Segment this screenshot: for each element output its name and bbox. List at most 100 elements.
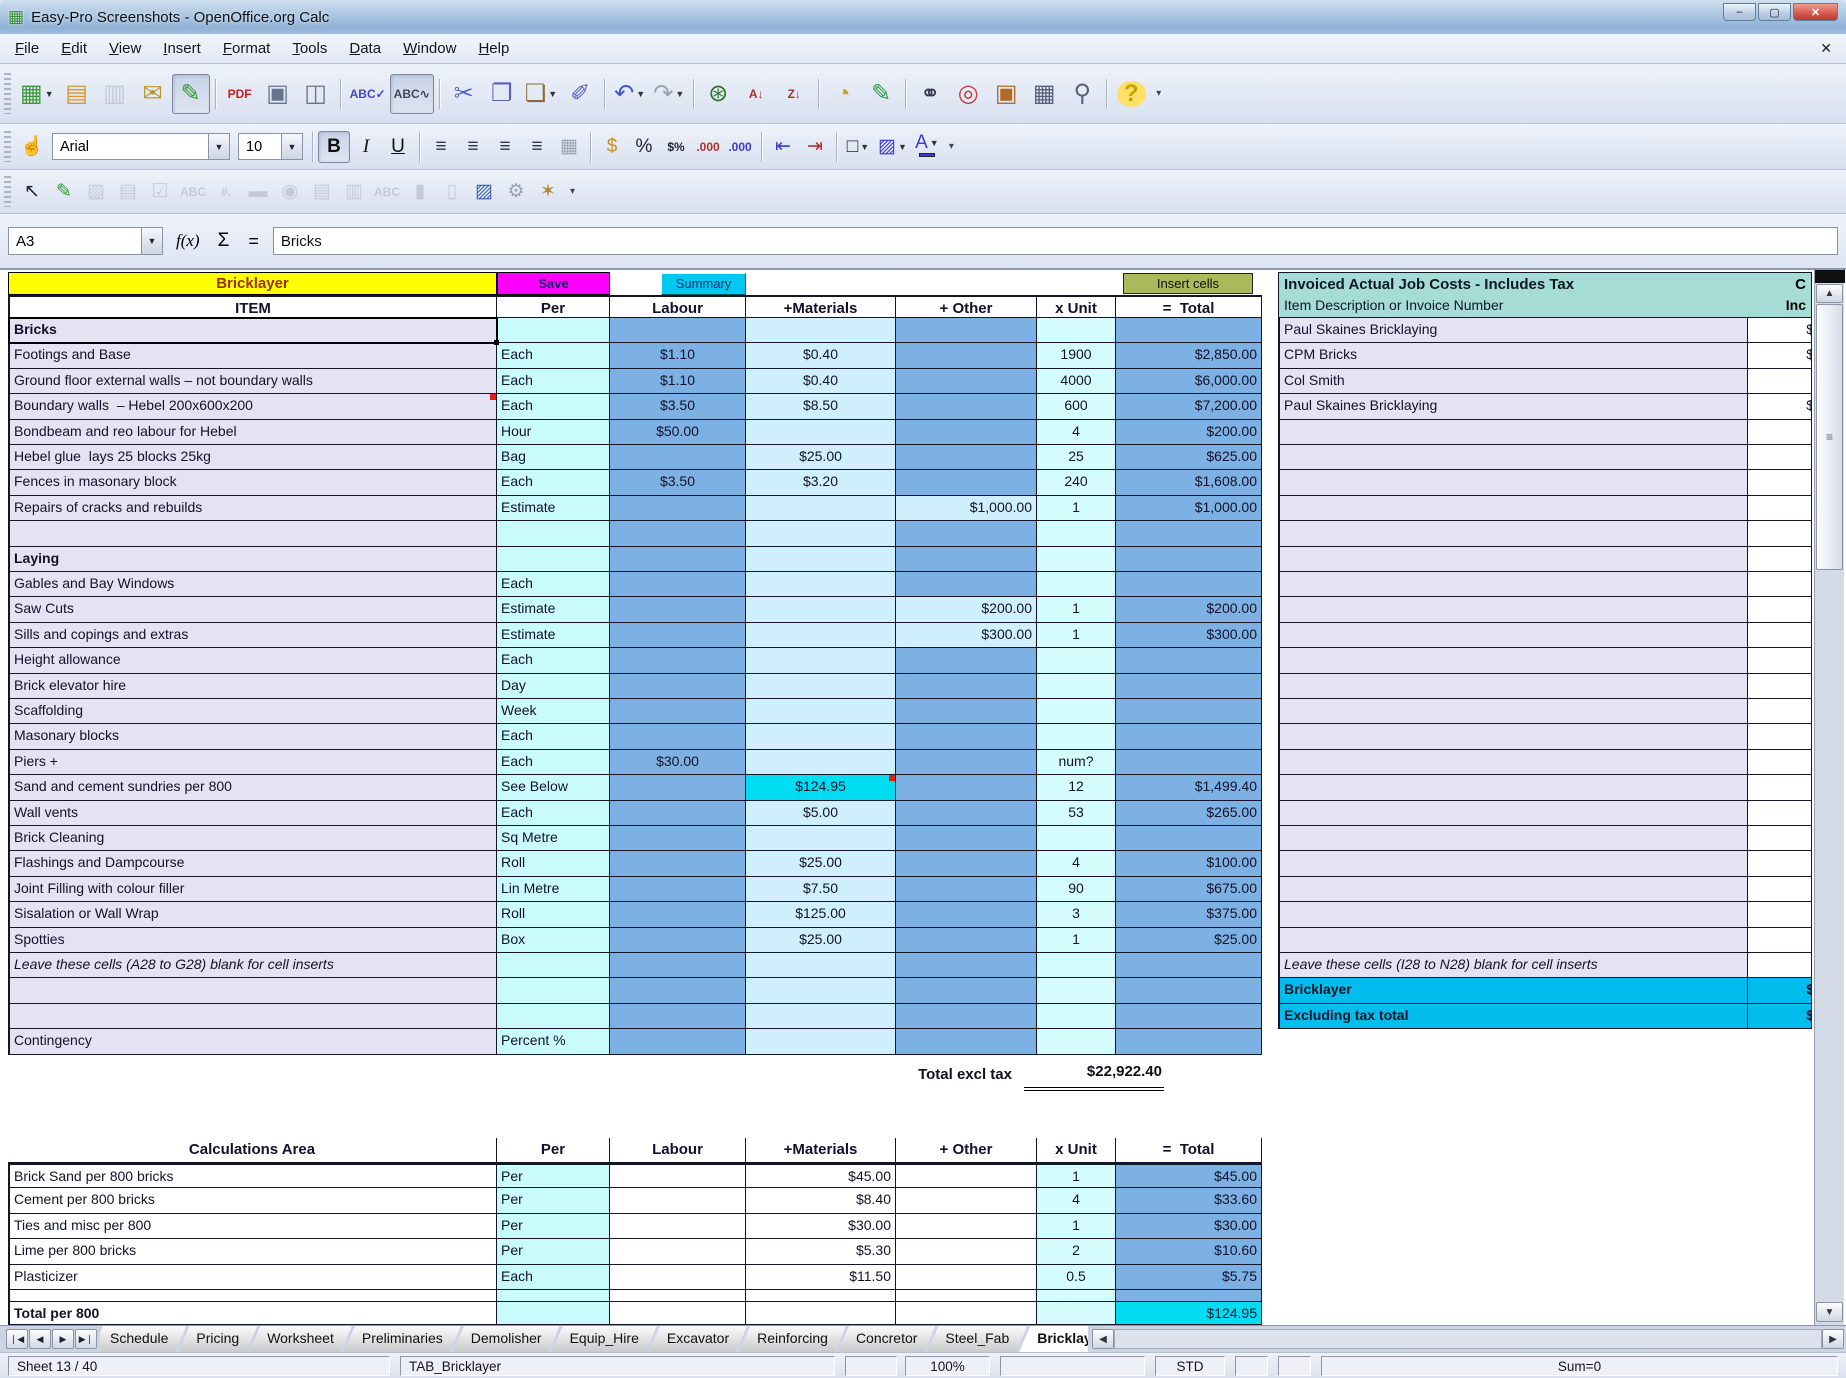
cell-other[interactable]: [896, 953, 1037, 978]
cell-item[interactable]: Ground floor external walls – not bounda…: [8, 369, 497, 394]
invoice-cell-description[interactable]: [1278, 547, 1748, 572]
toolbar-grip[interactable]: [4, 73, 11, 114]
cell-materials[interactable]: [746, 496, 896, 521]
edit-file-icon[interactable]: ✎: [172, 74, 210, 114]
invoice-cell-value[interactable]: [1748, 699, 1812, 724]
cell-other[interactable]: [896, 724, 1037, 750]
cell-per[interactable]: Lin Metre: [497, 877, 610, 902]
email-icon[interactable]: ✉: [134, 74, 172, 114]
cell-other[interactable]: [896, 928, 1037, 953]
cell-other[interactable]: [896, 801, 1037, 826]
save-icon[interactable]: ▥: [96, 74, 134, 114]
cell-total[interactable]: $25.00: [1116, 928, 1262, 953]
calc-total-per[interactable]: [497, 1302, 610, 1325]
cell-item[interactable]: Sand and cement sundries per 800: [8, 775, 497, 801]
cell-unit[interactable]: [1037, 699, 1116, 724]
checkbox-icon[interactable]: ☑: [144, 176, 176, 208]
cell-item[interactable]: Gables and Bay Windows: [8, 572, 497, 597]
invoice-cell-description[interactable]: [1278, 470, 1748, 496]
cell-materials[interactable]: [746, 750, 896, 775]
cell-labour[interactable]: [610, 648, 746, 674]
cell-total[interactable]: [1116, 674, 1262, 699]
redo-icon[interactable]: ↷▼: [649, 74, 688, 114]
invoice-cell-value[interactable]: [1748, 902, 1812, 928]
cell-materials[interactable]: $0.40: [746, 369, 896, 394]
calc-cell-materials[interactable]: $8.40: [746, 1188, 896, 1214]
calc-cell-materials[interactable]: $30.00: [746, 1214, 896, 1239]
vertical-scrollbar-thumb[interactable]: ≡: [1816, 304, 1843, 570]
gallery-icon[interactable]: ▣: [987, 74, 1025, 114]
menu-data[interactable]: Data: [338, 37, 392, 60]
cell-unit[interactable]: 4000: [1037, 369, 1116, 394]
calc-cell-materials[interactable]: $45.00: [746, 1163, 896, 1188]
sheet-tab-schedule[interactable]: Schedule: [100, 1326, 186, 1352]
calc-cell-total[interactable]: $10.60: [1116, 1239, 1262, 1265]
calc-cell-labour[interactable]: [610, 1239, 746, 1265]
cell-item[interactable]: Repairs of cracks and rebuilds: [8, 496, 497, 521]
cell-materials[interactable]: [746, 597, 896, 623]
cell-unit[interactable]: 240: [1037, 470, 1116, 496]
formula-input[interactable]: Bricks: [273, 227, 1838, 255]
cell-per[interactable]: [497, 953, 610, 978]
hyperlink-icon[interactable]: ⊛: [699, 74, 737, 114]
cell-item[interactable]: Brick elevator hire: [8, 674, 497, 699]
column-header-labour[interactable]: Labour: [610, 295, 746, 318]
invoice-cell-description[interactable]: [1278, 572, 1748, 597]
cell-materials[interactable]: [746, 648, 896, 674]
standard-format-icon[interactable]: $%: [660, 131, 692, 163]
font-color-icon[interactable]: A▼: [911, 131, 943, 163]
wizard-icon[interactable]: ✶: [532, 176, 564, 208]
undo-icon[interactable]: ↶▼: [610, 74, 649, 114]
chevron-down-icon[interactable]: ▼: [860, 142, 869, 152]
menu-window[interactable]: Window: [392, 37, 467, 60]
decrease-indent-icon[interactable]: ⇤: [767, 131, 799, 163]
calc-cell-materials[interactable]: $11.50: [746, 1265, 896, 1290]
status-sum[interactable]: Sum=0: [1321, 1356, 1838, 1376]
align-right-icon[interactable]: ≡: [489, 131, 521, 163]
total-excl-tax-value[interactable]: $22,922.40: [1024, 1063, 1164, 1091]
equals-icon[interactable]: =: [242, 231, 265, 252]
cell-total[interactable]: [1116, 1004, 1262, 1029]
cell-other[interactable]: [896, 470, 1037, 496]
chart-icon[interactable]: ◔: [824, 74, 862, 114]
cell-materials[interactable]: [746, 572, 896, 597]
cell-per[interactable]: Bag: [497, 445, 610, 470]
chevron-down-icon[interactable]: ▼: [930, 138, 939, 148]
option-button-icon[interactable]: ◉: [274, 176, 306, 208]
spellcheck-icon[interactable]: ABC✓: [346, 74, 390, 114]
cell-labour[interactable]: [610, 318, 746, 343]
cell-other[interactable]: [896, 1029, 1037, 1055]
formatted-field-icon[interactable]: #.: [210, 176, 242, 208]
cell-unit[interactable]: 4: [1037, 420, 1116, 445]
cell-other[interactable]: [896, 978, 1037, 1004]
push-button-icon[interactable]: ▬: [242, 176, 274, 208]
calc-cell-other[interactable]: [896, 1163, 1037, 1188]
scroll-left-icon[interactable]: ◀: [1092, 1329, 1114, 1349]
invoice-cell-description[interactable]: [1278, 648, 1748, 674]
cell-total[interactable]: $7,200.00: [1116, 394, 1262, 420]
cell-item[interactable]: Footings and Base: [8, 343, 497, 369]
cell-materials[interactable]: [746, 978, 896, 1004]
form-design-icon[interactable]: ▨: [468, 176, 500, 208]
cell-total[interactable]: $625.00: [1116, 445, 1262, 470]
cell-other[interactable]: [896, 547, 1037, 572]
invoice-cell-value[interactable]: [1748, 623, 1812, 648]
calc-cell-labour[interactable]: [610, 1214, 746, 1239]
cell-item[interactable]: Fences in masonary block: [8, 470, 497, 496]
sheet-tab-preliminaries[interactable]: Preliminaries: [344, 1326, 461, 1352]
cell-item[interactable]: Saw Cuts: [8, 597, 497, 623]
cell-other[interactable]: [896, 521, 1037, 547]
calc-total-unit[interactable]: [1037, 1302, 1116, 1325]
currency-format-icon[interactable]: $: [596, 131, 628, 163]
cell-other[interactable]: $1,000.00: [896, 496, 1037, 521]
invoice-cell-value[interactable]: [1748, 547, 1812, 572]
cell-labour[interactable]: [610, 597, 746, 623]
cell-total[interactable]: $200.00: [1116, 597, 1262, 623]
cell-total[interactable]: $675.00: [1116, 877, 1262, 902]
summary-button[interactable]: Summary: [661, 273, 746, 295]
cell-per[interactable]: [497, 521, 610, 547]
cell-item[interactable]: Sisalation or Wall Wrap: [8, 902, 497, 928]
calc-cell-labour[interactable]: [610, 1188, 746, 1214]
invoice-cell-value[interactable]: [1748, 521, 1812, 547]
invoice-cell-description[interactable]: [1278, 724, 1748, 750]
